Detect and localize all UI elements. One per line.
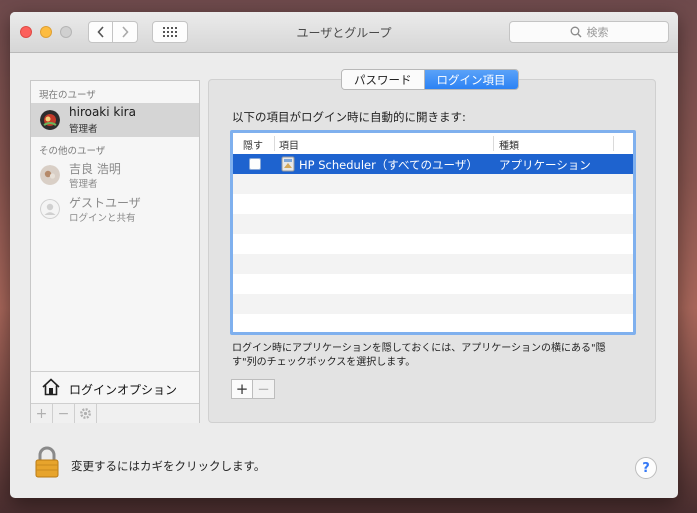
action-menu-button[interactable] xyxy=(75,404,97,423)
search-field[interactable]: 検索 xyxy=(509,21,669,43)
table-row[interactable]: HP Scheduler（すべてのユーザ） アプリケーション xyxy=(233,154,633,174)
add-login-item-button[interactable]: + xyxy=(231,379,253,399)
table-row xyxy=(233,194,633,214)
help-button[interactable]: ? xyxy=(635,457,657,479)
table-row xyxy=(233,234,633,254)
table-row xyxy=(233,174,633,194)
login-items-table[interactable]: 隠す 項目 種類 HP Scheduler（すべてのユーザ） アプリケーション xyxy=(230,130,636,335)
guest-avatar-icon xyxy=(40,199,60,219)
add-remove-control: + − xyxy=(231,379,275,399)
user-name: hiroaki kira xyxy=(69,105,136,119)
user-name: ゲストユーザ xyxy=(69,196,141,210)
remove-user-button[interactable]: − xyxy=(53,404,75,423)
hide-checkbox[interactable] xyxy=(249,158,261,170)
column-divider xyxy=(613,136,614,151)
column-kind[interactable]: 種類 xyxy=(499,137,519,152)
table-row xyxy=(233,294,633,314)
preferences-window: ユーザとグループ 検索 現在のユーザ hiroaki kira 管理者 その他の… xyxy=(10,12,678,498)
user-role: ログインと共有 xyxy=(69,213,136,224)
current-users-label: 現在のユーザ xyxy=(39,90,96,101)
tab-password[interactable]: パスワード xyxy=(342,70,424,89)
user-role: 管理者 xyxy=(69,179,98,190)
lock-hint-text: 変更するにはカギをクリックします。 xyxy=(71,459,266,473)
search-placeholder: 検索 xyxy=(586,26,609,39)
column-divider xyxy=(274,136,275,151)
item-kind: アプリケーション xyxy=(499,158,591,172)
avatar xyxy=(40,110,60,130)
tab-bar: パスワード ログイン項目 xyxy=(341,69,519,90)
user-kira-hiroaki[interactable]: 吉良 浩明 管理者 xyxy=(31,158,199,192)
user-name: 吉良 浩明 xyxy=(69,162,121,176)
table-row xyxy=(233,314,633,332)
house-icon xyxy=(42,378,60,396)
login-items-caption: 以下の項目がログイン時に自動的に開きます: xyxy=(232,110,466,124)
remove-login-item-button[interactable]: − xyxy=(253,379,275,399)
app-icon xyxy=(281,156,295,172)
gear-icon xyxy=(80,408,91,419)
column-divider xyxy=(493,136,494,151)
hide-hint-text: ログイン時にアプリケーションを隠しておくには、アプリケーションの横にある"隠す"… xyxy=(232,343,606,368)
tab-login-items[interactable]: ログイン項目 xyxy=(423,70,518,89)
table-row xyxy=(233,214,633,234)
login-options-item[interactable]: ログインオプション xyxy=(31,371,199,404)
column-hide[interactable]: 隠す xyxy=(243,137,263,152)
user-role: 管理者 xyxy=(69,124,98,135)
other-users-label: その他のユーザ xyxy=(39,146,106,157)
table-row xyxy=(233,274,633,294)
lock-icon[interactable] xyxy=(34,446,60,478)
item-name: HP Scheduler（すべてのユーザ） xyxy=(299,158,478,172)
login-options-label: ログインオプション xyxy=(69,383,178,397)
column-item[interactable]: 項目 xyxy=(279,137,299,152)
users-sidebar: 現在のユーザ hiroaki kira 管理者 その他のユーザ 吉良 浩明 管理… xyxy=(30,80,200,423)
sidebar-toolbar: + − xyxy=(31,403,199,423)
search-icon xyxy=(570,26,581,38)
user-guest[interactable]: ゲストユーザ ログインと共有 xyxy=(31,192,199,226)
add-user-button[interactable]: + xyxy=(31,404,53,423)
table-header: 隠す 項目 種類 xyxy=(233,133,633,155)
table-row xyxy=(233,254,633,274)
title-bar: ユーザとグループ 検索 xyxy=(10,12,678,53)
avatar xyxy=(40,165,60,185)
user-hiroaki-kira[interactable]: hiroaki kira 管理者 xyxy=(31,103,199,137)
